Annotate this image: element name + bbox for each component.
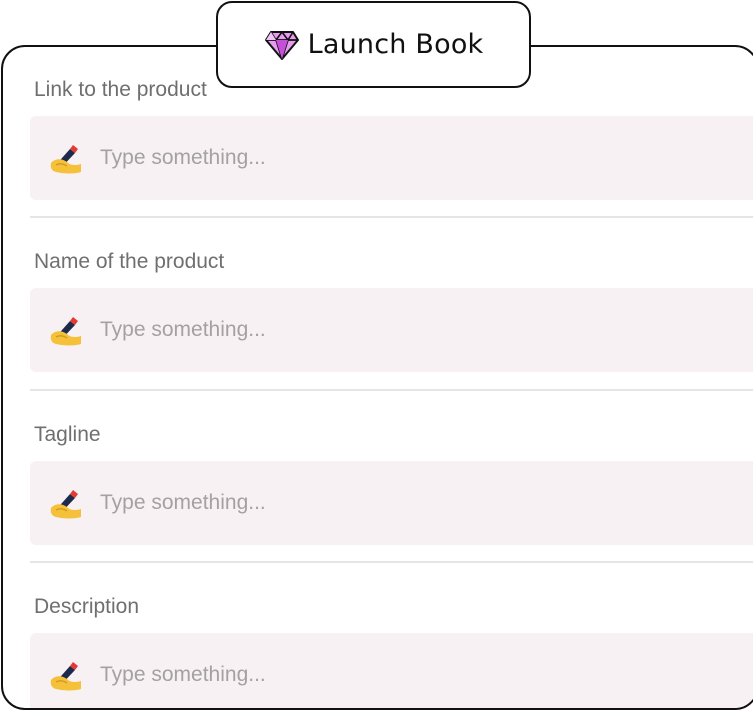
tagline-placeholder: Type something... [100,491,266,514]
divider [30,216,753,218]
writing-hand-icon [50,662,81,691]
writing-hand-icon [50,490,81,519]
divider [30,561,753,563]
title-tab: Launch Book [216,1,531,88]
divider [30,389,753,391]
app-title: Launch Book [307,29,484,60]
tagline-input[interactable]: Type something... [30,461,753,545]
field-label-tagline: Tagline [34,423,101,446]
launch-book-screen: Link to the product Type something... Na… [0,0,753,712]
description-input[interactable]: Type something... [30,633,753,708]
form-card: Link to the product Type something... Na… [1,45,753,710]
name-placeholder: Type something... [100,318,266,341]
link-placeholder: Type something... [100,146,266,169]
writing-hand-icon [50,317,81,346]
field-label-description: Description [34,595,140,618]
name-input[interactable]: Type something... [30,288,753,372]
writing-hand-icon [50,145,81,174]
field-label-link: Link to the product [34,78,207,101]
gem-icon [264,30,299,60]
description-placeholder: Type something... [100,663,266,686]
field-label-name: Name of the product [34,250,225,273]
link-input[interactable]: Type something... [30,116,753,200]
